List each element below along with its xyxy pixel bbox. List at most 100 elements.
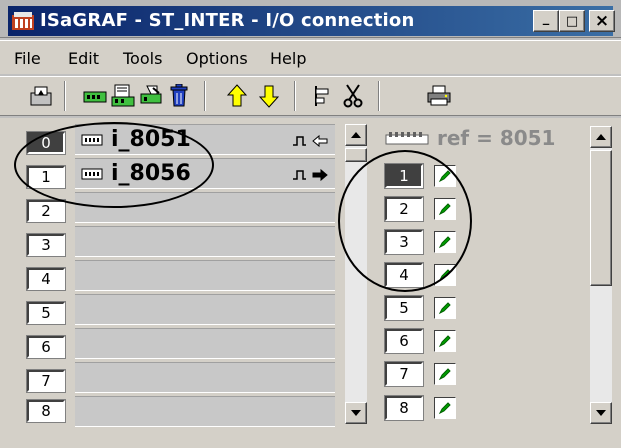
input-direction-icon (293, 134, 328, 148)
scroll-thumb[interactable] (345, 148, 367, 162)
channel-5-edit-button[interactable] (434, 297, 456, 319)
isagraf-app-icon[interactable] (12, 12, 34, 30)
slot-index-0[interactable]: 0 (26, 131, 66, 155)
down-arrow-icon (259, 85, 279, 108)
up-triangle-icon (351, 132, 361, 138)
channel-2-edit-button[interactable] (434, 198, 456, 220)
scroll-up-button[interactable] (345, 124, 367, 146)
pencil-icon (438, 335, 451, 348)
board-icon (81, 134, 103, 146)
slot-row-8[interactable] (75, 396, 335, 427)
slot-row-2[interactable] (75, 192, 335, 223)
slot-index-8[interactable]: 8 (26, 399, 66, 423)
channel-1-edit-button[interactable] (434, 165, 456, 187)
channel-8-edit-button[interactable] (434, 397, 456, 419)
channel-7[interactable]: 7 (384, 361, 424, 387)
slot-index-5[interactable]: 5 (26, 301, 66, 325)
pencil-icon (438, 269, 451, 282)
title-bar: ISaGRAF - ST_INTER - I/O connection _ □ … (0, 0, 621, 38)
edit-board-button[interactable] (110, 83, 136, 109)
slot-scrollbar[interactable] (345, 124, 367, 424)
cut-button[interactable] (340, 83, 366, 109)
align-icon (315, 86, 329, 106)
channel-7-edit-button[interactable] (434, 363, 456, 385)
close-button[interactable]: × (589, 10, 615, 32)
pencil-icon (438, 170, 451, 183)
io-connection-panel: 0 1 2 3 4 5 6 7 8 i_8051 i_8056 ref = 80… (0, 118, 621, 448)
channel-6-edit-button[interactable] (434, 330, 456, 352)
slot-index-4[interactable]: 4 (26, 267, 66, 291)
scroll-down-button[interactable] (590, 402, 612, 424)
board-icon (83, 91, 107, 103)
toolbar-separator (204, 81, 206, 111)
print-icon (427, 85, 451, 106)
channel-8[interactable]: 8 (384, 395, 424, 421)
params-button[interactable] (138, 83, 164, 109)
maximize-button[interactable]: □ (559, 10, 585, 32)
toolbar-separator (64, 81, 66, 111)
delete-button[interactable] (166, 83, 192, 109)
slot-row-5[interactable] (75, 294, 335, 325)
edit-board-icon (111, 84, 135, 107)
board-reference: ref = 8051 (437, 126, 556, 150)
channel-3[interactable]: 3 (384, 229, 424, 255)
channel-scrollbar[interactable] (590, 126, 612, 424)
output-direction-icon (293, 168, 328, 182)
slot-row-7[interactable] (75, 362, 335, 393)
pencil-icon (438, 236, 451, 249)
menu-tools[interactable]: Tools (123, 49, 162, 68)
minimize-icon: _ (542, 10, 550, 26)
pencil-icon (438, 402, 451, 415)
board-icon (81, 168, 103, 180)
cut-icon (343, 84, 363, 108)
menu-help[interactable]: Help (270, 49, 306, 68)
channel-6[interactable]: 6 (384, 328, 424, 354)
slot-row-3[interactable] (75, 226, 335, 257)
toolbar-separator (378, 81, 380, 111)
menu-bar: File Edit Tools Options Help (0, 40, 621, 74)
board-name: i_8056 (111, 161, 191, 186)
pencil-icon (438, 368, 451, 381)
scroll-down-button[interactable] (345, 402, 367, 424)
slot-index-2[interactable]: 2 (26, 199, 66, 223)
align-button[interactable] (310, 83, 336, 109)
channel-4-edit-button[interactable] (434, 264, 456, 286)
move-up-button[interactable] (224, 83, 250, 109)
channel-5[interactable]: 5 (384, 295, 424, 321)
pencil-icon (438, 302, 451, 315)
params-icon (140, 85, 162, 104)
slot-index-3[interactable]: 3 (26, 233, 66, 257)
down-triangle-icon (351, 410, 361, 416)
slot-row-0[interactable]: i_8051 (75, 124, 335, 155)
slot-index-6[interactable]: 6 (26, 335, 66, 359)
channel-4[interactable]: 4 (384, 262, 424, 288)
slot-row-6[interactable] (75, 328, 335, 359)
slot-index-7[interactable]: 7 (26, 369, 66, 393)
channel-2[interactable]: 2 (384, 196, 424, 222)
move-down-button[interactable] (256, 83, 282, 109)
print-button[interactable] (426, 83, 452, 109)
scroll-up-button[interactable] (590, 126, 612, 148)
minimize-button[interactable]: _ (533, 10, 559, 32)
scroll-thumb[interactable] (590, 150, 612, 286)
open-button[interactable] (28, 83, 54, 109)
window-title: ISaGRAF - ST_INTER - I/O connection (40, 10, 415, 31)
down-triangle-icon (596, 410, 606, 416)
toolbar-separator (294, 81, 296, 111)
close-icon: × (594, 11, 610, 31)
menu-options[interactable]: Options (186, 49, 248, 68)
pencil-icon (438, 203, 451, 216)
delete-icon (170, 84, 188, 107)
board-name: i_8051 (111, 127, 191, 152)
menu-file[interactable]: File (14, 49, 41, 68)
channel-3-edit-button[interactable] (434, 231, 456, 253)
menu-edit[interactable]: Edit (68, 49, 99, 68)
slot-index-1[interactable]: 1 (26, 165, 66, 189)
slot-row-4[interactable] (75, 260, 335, 291)
up-triangle-icon (596, 134, 606, 140)
toolbar (0, 76, 621, 116)
channel-1[interactable]: 1 (384, 163, 424, 189)
board-button[interactable] (82, 83, 108, 109)
slot-row-1[interactable]: i_8056 (75, 158, 335, 189)
up-arrow-icon (227, 84, 247, 107)
